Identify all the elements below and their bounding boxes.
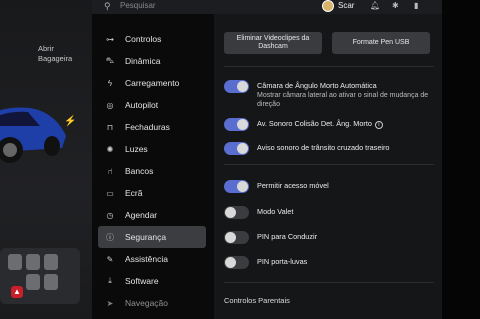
format-usb-button[interactable]: Formate Pen USB <box>332 32 430 54</box>
bluetooth-icon[interactable]: ✱ <box>392 1 399 10</box>
menu-item-label: Luzes <box>125 144 148 154</box>
menu-item-label: Carregamento <box>125 78 180 88</box>
toggles-icon: ⊶ <box>106 34 114 44</box>
menu-item-label: Fechaduras <box>125 122 170 132</box>
menu-item-label: Navegação <box>125 298 169 308</box>
wrench-icon: ✎ <box>106 254 114 264</box>
setting-label: PIN porta-luvas <box>257 257 308 266</box>
menu-item-ecra[interactable]: ▭ Ecrã <box>92 182 210 204</box>
rear-cross-traffic-toggle[interactable] <box>224 142 249 155</box>
screen-bezel <box>442 0 480 319</box>
toggle-knob <box>225 257 236 268</box>
pin-to-drive-toggle[interactable] <box>224 231 249 244</box>
open-trunk-label: Abrir <box>38 44 54 53</box>
divider <box>224 66 434 67</box>
valet-mode-toggle[interactable] <box>224 206 249 219</box>
open-trunk-button[interactable]: Abrir Bagageira <box>38 44 72 64</box>
avatar[interactable] <box>322 0 334 12</box>
menu-item-label: Software <box>125 276 159 286</box>
search-icon[interactable]: ⚲ <box>104 1 111 12</box>
toggle-knob <box>225 207 236 218</box>
download-icon: ⤓ <box>108 276 112 285</box>
menu-item-seguranca[interactable]: ⓘ Segurança <box>98 226 206 248</box>
menu-item-label: Assistência <box>125 254 168 264</box>
menu-item-label: Agendar <box>125 210 158 220</box>
menu-item-autopilot[interactable]: ◎ Autopilot <box>92 94 210 116</box>
menu-item-label: Autopilot <box>125 100 159 110</box>
steering-wheel-icon: ◎ <box>106 100 114 110</box>
toggle-knob <box>237 119 248 130</box>
menu-item-luzes[interactable]: ✺ Luzes <box>92 138 210 160</box>
status-bar: ⚲ Pesquisar Scar 🔔︎ ✱ ▮ <box>92 0 442 14</box>
menu-item-label: Segurança <box>125 232 167 242</box>
seat-icon <box>26 274 40 290</box>
setting-label: Aviso sonoro de trânsito cruzado traseir… <box>257 143 390 152</box>
settings-menu: ⊶ Controlos ⛍ Dinâmica ϟ Carregamento ◎ … <box>92 28 210 314</box>
seat-icon <box>26 254 40 270</box>
blind-spot-camera-toggle[interactable] <box>224 80 249 93</box>
navigation-icon: ➤ <box>106 298 114 308</box>
setting-label: Av. Sonoro Colisão Det. Âng. Morto i <box>257 119 383 129</box>
search-input[interactable]: Pesquisar <box>120 1 156 10</box>
car-image <box>0 107 66 163</box>
divider <box>224 282 434 283</box>
setting-label: Modo Valet <box>257 207 294 216</box>
setting-label: PIN para Conduzir <box>257 232 318 241</box>
seat-icon <box>44 274 58 290</box>
mobile-access-toggle[interactable] <box>224 180 249 193</box>
menu-item-label: Bancos <box>125 166 154 176</box>
blind-spot-chime-toggle[interactable] <box>224 118 249 131</box>
menu-item-label: Controlos <box>125 34 162 44</box>
toggle-knob <box>237 181 248 192</box>
toggle-knob <box>237 143 248 154</box>
vehicle-panel: Abrir Bagageira ⚡ ▲ <box>0 0 92 319</box>
light-bulb-icon: ✺ <box>106 144 114 154</box>
signal-icon: ▮ <box>414 1 419 10</box>
divider <box>224 164 434 165</box>
section-title-parental-controls: Controlos Parentais <box>224 296 290 305</box>
delete-dashcam-clips-button[interactable]: Eliminar Videoclipes da Dashcam <box>224 32 322 54</box>
menu-item-dinamica[interactable]: ⛍ Dinâmica <box>92 50 210 72</box>
menu-item-controlos[interactable]: ⊶ Controlos <box>92 28 210 50</box>
menu-item-assistencia[interactable]: ✎ Assistência <box>92 248 210 270</box>
seat-icon: ⑁ <box>107 166 113 176</box>
menu-item-fechaduras[interactable]: ⊓ Fechaduras <box>92 116 210 138</box>
menu-item-navegacao[interactable]: ➤ Navegação <box>92 292 210 314</box>
toggle-knob <box>237 81 248 92</box>
charging-bolt-icon: ⚡ <box>64 116 77 127</box>
bolt-icon: ϟ <box>107 78 113 88</box>
info-icon[interactable]: i <box>374 121 383 129</box>
alert-circle-icon: ⓘ <box>106 232 114 242</box>
menu-item-label: Dinâmica <box>125 56 161 66</box>
alert-button[interactable]: ▲ <box>11 286 23 298</box>
user-name[interactable]: Scar <box>338 1 354 10</box>
setting-description: Mostrar câmara lateral ao ativar o sinal… <box>257 92 429 108</box>
setting-label: Câmara de Ângulo Morto Automática <box>257 81 377 90</box>
clock-icon: ◷ <box>106 210 114 220</box>
display-icon: ▭ <box>106 188 114 198</box>
security-settings-panel: Eliminar Videoclipes da Dashcam Formate … <box>214 14 442 319</box>
setting-label: Permitir acesso móvel <box>257 181 329 190</box>
trunk-label: Bagageira <box>38 54 73 63</box>
glovebox-pin-toggle[interactable] <box>224 256 249 269</box>
lock-icon: ⊓ <box>106 122 114 132</box>
menu-item-label: Ecrã <box>125 188 143 198</box>
seat-icon <box>8 254 22 270</box>
menu-item-agendar[interactable]: ◷ Agendar <box>92 204 210 226</box>
setting-label-text: Av. Sonoro Colisão Det. Âng. Morto <box>257 119 372 128</box>
menu-item-bancos[interactable]: ⑁ Bancos <box>92 160 210 182</box>
car-icon: ⛍ <box>105 56 115 65</box>
seat-icon <box>44 254 58 270</box>
toggle-knob <box>225 232 236 243</box>
menu-item-carregamento[interactable]: ϟ Carregamento <box>92 72 210 94</box>
menu-item-software[interactable]: ⤓ Software <box>92 270 210 292</box>
bell-icon[interactable]: 🔔︎ <box>370 1 380 10</box>
